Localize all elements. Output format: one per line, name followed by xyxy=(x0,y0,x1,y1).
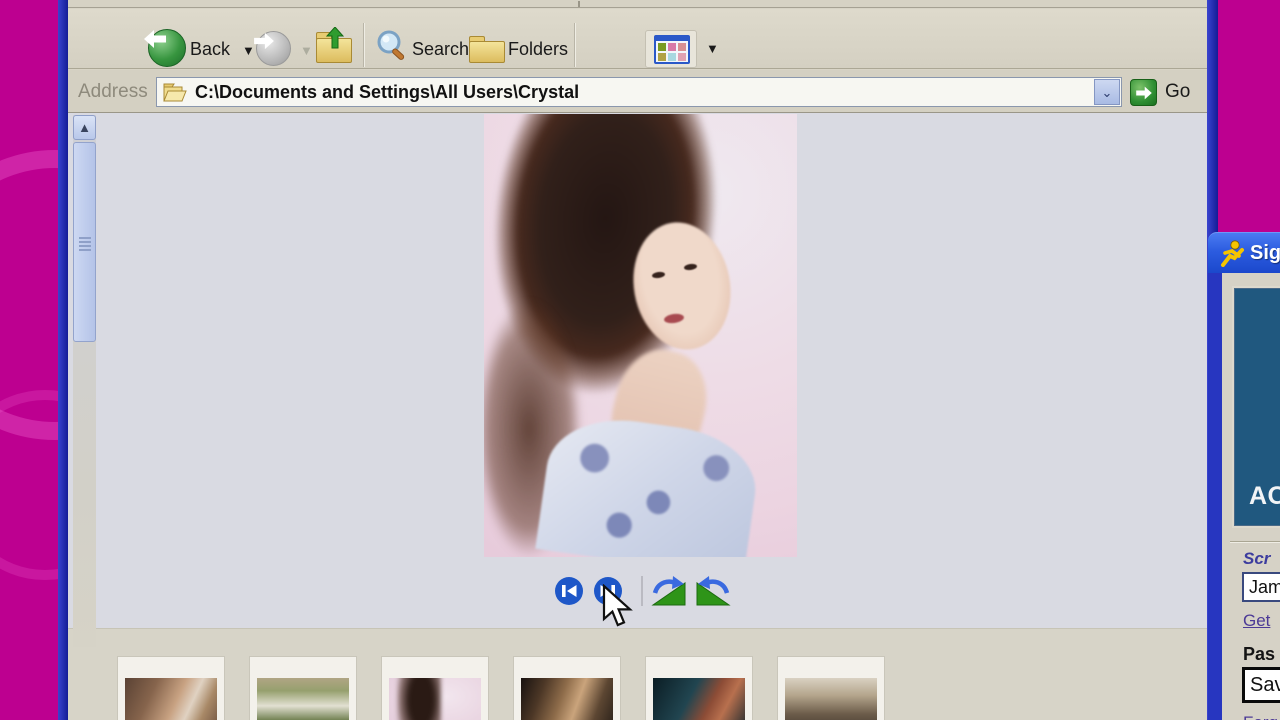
rotate-clockwise-icon xyxy=(651,575,687,607)
address-dropdown-button[interactable]: ⌄ xyxy=(1094,79,1120,105)
rotate-clockwise-button[interactable] xyxy=(651,575,687,612)
controls-separator xyxy=(641,576,643,606)
skip-previous-icon xyxy=(554,576,584,606)
content-scrollbar[interactable]: ▲ xyxy=(73,115,96,647)
scrollbar-grip xyxy=(79,237,91,253)
address-input[interactable]: C:\Documents and Settings\All Users\Crys… xyxy=(156,77,1122,107)
go-arrow-icon xyxy=(1135,85,1152,100)
aim-window-title: Sig xyxy=(1250,242,1280,265)
folders-icon xyxy=(469,34,505,63)
chevron-up-icon: ▲ xyxy=(78,120,91,135)
toolbar: Back ▼ ▼ Search xyxy=(68,9,1207,69)
filmstrip-thumbnail[interactable] xyxy=(777,656,885,720)
back-button-label[interactable]: Back xyxy=(190,39,230,60)
rotate-counterclockwise-button[interactable] xyxy=(695,575,731,612)
aim-brand-text: AO xyxy=(1249,482,1280,511)
thumbnail-photo xyxy=(785,678,877,720)
aim-forgot-password-link[interactable]: Forg xyxy=(1243,713,1278,720)
previous-image-button[interactable] xyxy=(554,576,584,611)
aim-window-body: AO Scr Jam Get Pas Sav Forg xyxy=(1208,273,1280,720)
aim-password-label: Pas xyxy=(1243,644,1275,665)
search-button[interactable]: Search xyxy=(412,39,469,60)
thumbnail-photo xyxy=(257,678,349,720)
aim-screen-name-label: Scr xyxy=(1243,549,1270,569)
folders-icon-body xyxy=(469,41,505,63)
views-thumbnails-icon xyxy=(654,35,690,64)
menu-bar-edge xyxy=(68,0,1207,8)
up-folder-button[interactable] xyxy=(316,30,352,63)
thumbnail-photo xyxy=(653,678,745,720)
green-up-arrow-icon xyxy=(326,27,344,49)
aim-running-man-icon xyxy=(1218,240,1246,272)
filmstrip-thumbnail[interactable] xyxy=(513,656,621,720)
thumbnail-photo xyxy=(389,678,481,720)
filmstrip-band xyxy=(68,628,1207,720)
thumbnail-photo xyxy=(125,678,217,720)
aim-brand-panel: AO xyxy=(1234,288,1280,526)
address-bar: Address C:\Documents and Settings\All Us… xyxy=(68,70,1207,113)
forward-button[interactable] xyxy=(256,31,291,66)
cursor-arrow-icon xyxy=(602,584,636,628)
content-area: ▲ xyxy=(68,113,1207,720)
thumbnail-photo xyxy=(521,678,613,720)
menu-separator xyxy=(578,1,580,7)
back-button[interactable] xyxy=(148,29,186,67)
toolbar-separator xyxy=(574,23,576,67)
main-photo-preview xyxy=(484,114,797,557)
folders-button[interactable]: Folders xyxy=(508,39,568,60)
forward-dropdown-arrow-icon: ▼ xyxy=(300,43,313,58)
filmstrip-thumbnail[interactable] xyxy=(381,656,489,720)
filmstrip-thumbnail[interactable] xyxy=(249,656,357,720)
aim-divider xyxy=(1230,541,1280,543)
screen: Back ▼ ▼ Search xyxy=(0,0,1280,720)
views-button[interactable] xyxy=(645,30,697,68)
aim-password-input[interactable]: Sav xyxy=(1242,667,1280,703)
open-folder-icon xyxy=(163,83,187,102)
aim-screen-name-input[interactable]: Jam xyxy=(1242,572,1280,602)
go-button-label[interactable]: Go xyxy=(1165,81,1190,103)
mouse-cursor xyxy=(602,584,636,633)
views-dropdown-arrow-icon[interactable]: ▼ xyxy=(706,41,719,56)
go-button[interactable] xyxy=(1130,79,1157,106)
address-label: Address xyxy=(78,81,148,103)
toolbar-separator xyxy=(363,23,365,67)
filmstrip-thumbnail[interactable] xyxy=(645,656,753,720)
aim-titlebar[interactable]: Sig xyxy=(1208,232,1280,273)
rotate-counterclockwise-icon xyxy=(695,575,731,607)
search-icon xyxy=(374,28,410,69)
aim-window: Sig AO Scr Jam Get Pas Sav Forg xyxy=(1208,232,1280,720)
scrollbar-thumb[interactable] xyxy=(73,142,96,342)
explorer-window-border xyxy=(58,0,68,720)
filmstrip-thumbnail[interactable] xyxy=(117,656,225,720)
aim-get-screen-name-link[interactable]: Get xyxy=(1243,611,1270,631)
scroll-up-button[interactable]: ▲ xyxy=(73,115,96,140)
address-path-text: C:\Documents and Settings\All Users\Crys… xyxy=(195,82,579,103)
